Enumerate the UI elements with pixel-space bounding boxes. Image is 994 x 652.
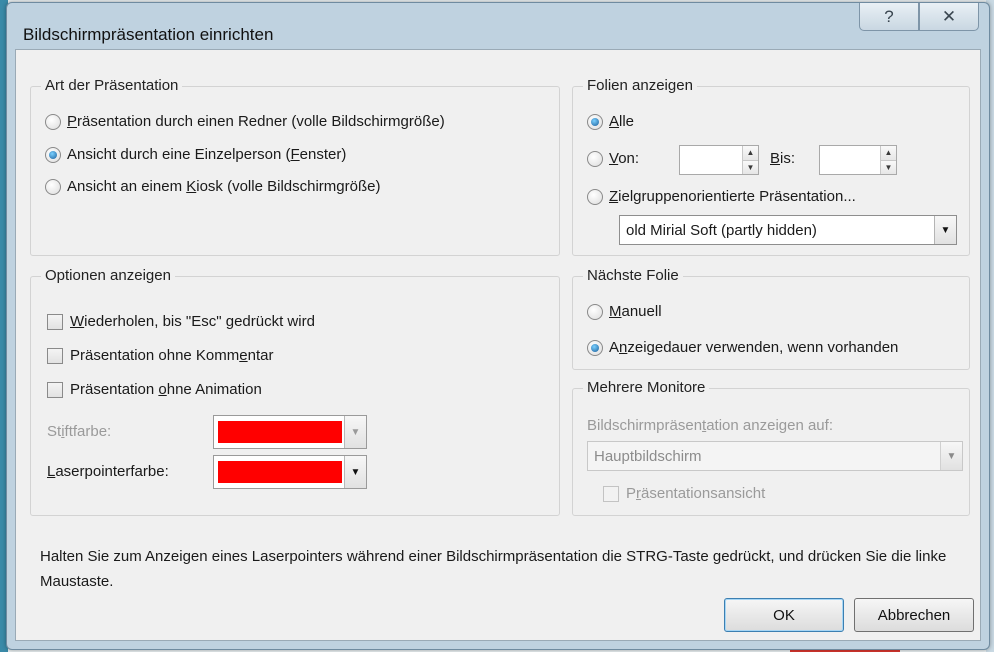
laser-pointer-hint: Halten Sie zum Anzeigen eines Laserpoint… <box>40 548 947 590</box>
radio-circle-selected[interactable] <box>587 113 603 130</box>
spin-down-icon[interactable]: ▼ <box>743 159 758 174</box>
radio-manual[interactable]: Manuell <box>587 303 662 320</box>
radio-label: Präsentation durch einen Redner (volle B… <box>67 113 445 130</box>
dropdown-value: Hauptbildschirm <box>594 448 702 465</box>
checkbox-presenter-view[interactable]: Präsentationsansicht <box>603 485 765 502</box>
radio-all-slides[interactable]: Alle <box>587 113 634 130</box>
help-button[interactable]: ? <box>859 3 919 31</box>
dialog-body: Art der Präsentation Präsentation durch … <box>15 49 981 641</box>
spin-down-icon[interactable]: ▼ <box>881 159 896 174</box>
from-spinner[interactable]: ▲ ▼ <box>679 145 759 175</box>
cancel-button[interactable]: Abbrechen <box>854 598 974 632</box>
radio-label: Alle <box>609 113 635 130</box>
radio-circle-selected[interactable] <box>45 146 61 163</box>
group-label: Mehrere Monitore <box>583 379 710 396</box>
radio-label: Von: <box>609 150 640 167</box>
chevron-down-icon[interactable]: ▼ <box>344 456 366 488</box>
show-on-label: Bildschirmpräsentation anzeigen auf: <box>587 417 833 434</box>
radio-circle-selected[interactable] <box>587 339 603 356</box>
group-show-slides: Folien anzeigen Alle Von: ▲ ▼ Bis: ▲ ▼ Z… <box>572 77 970 256</box>
checkbox-label: Präsentation ohne Animation <box>70 381 262 398</box>
radio-from[interactable]: Von: <box>587 150 639 167</box>
ok-button[interactable]: OK <box>724 598 844 632</box>
question-mark-icon: ? <box>884 6 894 26</box>
checkbox-box[interactable] <box>47 381 63 398</box>
close-button[interactable]: ✕ <box>919 3 979 31</box>
spin-up-icon[interactable]: ▲ <box>881 146 896 160</box>
radio-custom-show[interactable]: Zielgruppenorientierte Präsentation... <box>587 188 856 205</box>
radio-individual[interactable]: Ansicht durch eine Einzelperson (Fenster… <box>45 146 346 163</box>
chevron-down-icon[interactable]: ▼ <box>934 216 956 244</box>
spin-up-icon[interactable]: ▲ <box>743 146 758 160</box>
close-x-icon: ✕ <box>941 6 957 26</box>
group-presentation-type: Art der Präsentation Präsentation durch … <box>30 77 560 256</box>
dropdown-value: old Mirial Soft (partly hidden) <box>626 222 817 239</box>
chevron-down-icon[interactable]: ▼ <box>940 442 962 470</box>
group-advance-slides: Nächste Folie Manuell Anzeigedauer verwe… <box>572 267 970 370</box>
radio-circle[interactable] <box>45 178 61 195</box>
radio-circle[interactable] <box>587 303 603 320</box>
radio-label: Manuell <box>609 303 662 320</box>
checkbox-label: Wiederholen, bis "Esc" gedrückt wird <box>70 313 315 330</box>
to-spinner[interactable]: ▲ ▼ <box>819 145 897 175</box>
checkbox-label: Präsentation ohne Kommentar <box>70 347 274 364</box>
laser-color-dropdown[interactable]: ▼ <box>213 455 367 489</box>
checkbox-loop[interactable]: Wiederholen, bis "Esc" gedrückt wird <box>47 313 315 330</box>
radio-label: Anzeigedauer verwenden, wenn vorhanden <box>609 339 899 356</box>
radio-presenter[interactable]: Präsentation durch einen Redner (volle B… <box>45 113 445 130</box>
checkbox-box[interactable] <box>47 313 63 330</box>
radio-circle[interactable] <box>587 188 603 205</box>
laser-color-label: Laserpointerfarbe: <box>47 463 169 480</box>
checkbox-no-narration[interactable]: Präsentation ohne Kommentar <box>47 347 273 364</box>
group-label: Optionen anzeigen <box>41 267 175 284</box>
chevron-down-icon[interactable]: ▼ <box>344 416 366 448</box>
setup-slideshow-dialog: Bildschirmpräsentation einrichten ? ✕ Ar… <box>6 2 990 650</box>
custom-show-dropdown[interactable]: old Mirial Soft (partly hidden) ▼ <box>619 215 957 245</box>
radio-label: Ansicht durch eine Einzelperson (Fenster… <box>67 146 347 163</box>
pen-color-dropdown[interactable]: ▼ <box>213 415 367 449</box>
laser-color-swatch <box>218 461 342 483</box>
checkbox-box[interactable] <box>47 347 63 364</box>
monitor-dropdown[interactable]: Hauptbildschirm ▼ <box>587 441 963 471</box>
title-bar: Bildschirmpräsentation einrichten ? ✕ <box>7 3 989 45</box>
group-multiple-monitors: Mehrere Monitore Bildschirmpräsentation … <box>572 379 970 516</box>
to-label: Bis: <box>770 150 796 167</box>
group-label: Art der Präsentation <box>41 77 183 94</box>
radio-circle[interactable] <box>587 150 603 167</box>
radio-circle[interactable] <box>45 113 61 130</box>
checkbox-no-animation[interactable]: Präsentation ohne Animation <box>47 381 262 398</box>
checkbox-box[interactable] <box>603 485 619 502</box>
radio-use-timings[interactable]: Anzeigedauer verwenden, wenn vorhanden <box>587 339 898 356</box>
pen-color-swatch <box>218 421 342 443</box>
radio-label: Ansicht an einem Kiosk (volle Bildschirm… <box>67 178 381 195</box>
radio-kiosk[interactable]: Ansicht an einem Kiosk (volle Bildschirm… <box>45 178 380 195</box>
checkbox-label: Präsentationsansicht <box>626 485 766 502</box>
dialog-title: Bildschirmpräsentation einrichten <box>23 25 274 44</box>
pen-color-label: Stiftfarbe: <box>47 423 112 440</box>
radio-label: Zielgruppenorientierte Präsentation... <box>609 188 856 205</box>
group-label: Nächste Folie <box>583 267 683 284</box>
group-show-options: Optionen anzeigen Wiederholen, bis "Esc"… <box>30 267 560 516</box>
group-label: Folien anzeigen <box>583 77 697 94</box>
